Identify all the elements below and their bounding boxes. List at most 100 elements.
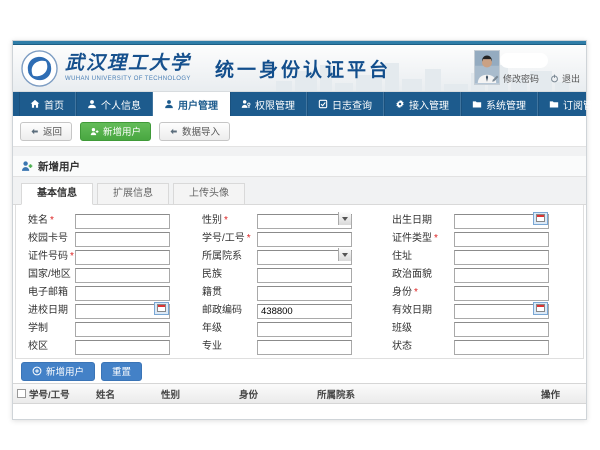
field-label-gender: 性别* (202, 211, 257, 226)
arrow-left-icon (169, 127, 178, 136)
cloud-graphic (500, 53, 548, 68)
student-id-input[interactable] (257, 232, 352, 247)
field-email (75, 283, 170, 298)
nav-tab-user-mgmt[interactable]: 用户管理 (153, 92, 230, 116)
field-label-email: 电子邮箱 (28, 283, 75, 298)
field-ethnicity (257, 265, 352, 280)
user-icon (87, 99, 97, 109)
nav-tab-home[interactable]: 首页 (19, 92, 76, 116)
submit-add-user-button[interactable]: 新增用户 (21, 362, 95, 381)
nav-tab-subscription-mgmt[interactable]: 订阅管理 (538, 92, 600, 116)
nav-tab-system-mgmt[interactable]: 系统管理 (461, 92, 538, 116)
select-all-checkbox[interactable] (17, 389, 26, 398)
university-name-cn: 武汉理工大学 (65, 54, 191, 73)
required-star: * (414, 287, 418, 298)
form-actions: 新增用户 重置 (13, 359, 586, 383)
field-department (257, 247, 352, 262)
email-input[interactable] (75, 286, 170, 301)
nav-tab-permission-mgmt[interactable]: 权限管理 (230, 92, 307, 116)
class-input[interactable] (454, 322, 549, 337)
university-name-block: 武汉理工大学 WUHAN UNIVERSITY OF TECHNOLOGY (65, 54, 191, 82)
field-gender (257, 211, 352, 226)
table-header-cell: 身份 (239, 387, 317, 401)
data-import-button[interactable]: 数据导入 (159, 122, 230, 141)
nav-tab-access-mgmt[interactable]: 接入管理 (384, 92, 461, 116)
change-password-link[interactable]: 修改密码 (491, 72, 539, 85)
nav-tab-profile[interactable]: 个人信息 (76, 92, 153, 116)
form-row: 电子邮箱籍贯身份* (16, 281, 583, 299)
university-name-en: WUHAN UNIVERSITY OF TECHNOLOGY (65, 76, 191, 82)
add-user-toolbar-button[interactable]: 新增用户 (80, 122, 151, 141)
dropdown-arrow-icon[interactable] (338, 248, 351, 261)
form-row: 国家/地区 民族 政治面貌 (16, 263, 583, 281)
tab-extended-info[interactable]: 扩展信息 (97, 183, 169, 204)
field-label-id-number: 证件号码* (28, 247, 75, 262)
id-type-input[interactable] (454, 232, 549, 247)
field-name (75, 211, 170, 226)
field-label-political-status: 政治面貌 (392, 265, 454, 280)
user-plus-icon (90, 127, 99, 136)
calendar-icon[interactable] (533, 302, 548, 315)
results-table-header: 学号/工号姓名性别身份所属院系操作 (13, 383, 586, 404)
nav-tab-log-query[interactable]: 日志查询 (307, 92, 384, 116)
tab-basic-info[interactable]: 基本信息 (21, 183, 93, 205)
back-button[interactable]: 返回 (20, 122, 72, 141)
divider-strip (13, 147, 586, 156)
required-star: * (50, 215, 54, 226)
table-header-cell: 学号/工号 (29, 387, 96, 401)
name-input[interactable] (75, 214, 170, 229)
field-student-id (257, 229, 352, 244)
field-label-student-id: 学号/工号* (202, 229, 257, 244)
form-row: 校园卡号学号/工号*证件类型* (16, 227, 583, 245)
field-identity (454, 283, 549, 298)
dropdown-arrow-icon[interactable] (338, 212, 351, 225)
calendar-icon[interactable] (533, 212, 548, 225)
gear-icon (395, 99, 405, 109)
form-tabstrip: 基本信息扩展信息上传头像 (13, 177, 586, 205)
field-label-country-region: 国家/地区 (28, 265, 75, 280)
logout-link[interactable]: 退出 (550, 72, 580, 85)
field-label-name: 姓名* (28, 211, 75, 226)
section-title-bar: 新增用户 (13, 156, 586, 177)
form-row: 校区专业状态 (16, 335, 583, 353)
campus-card-input[interactable] (75, 232, 170, 247)
main-nav: 首页个人信息用户管理权限管理日志查询接入管理系统管理订阅管理 (13, 92, 586, 116)
platform-title: 统一身份认证平台 (215, 55, 391, 82)
field-label-grade: 年级 (202, 319, 257, 334)
field-political-status (454, 265, 549, 280)
field-label-identity: 身份* (392, 283, 454, 298)
identity-input[interactable] (454, 286, 549, 301)
postal-code-input[interactable] (257, 304, 352, 319)
app-header: 武汉理工大学 WUHAN UNIVERSITY OF TECHNOLOGY 统一… (13, 45, 586, 92)
reset-button[interactable]: 重置 (101, 362, 142, 381)
country-region-input[interactable] (75, 268, 170, 283)
political-status-input[interactable] (454, 268, 549, 283)
header-links: 修改密码 退出 (491, 72, 580, 85)
native-place-input[interactable] (257, 286, 352, 301)
ethnicity-input[interactable] (257, 268, 352, 283)
field-label-status: 状态 (392, 337, 454, 352)
arrow-left-icon (30, 127, 39, 136)
address-input[interactable] (454, 250, 549, 265)
calendar-icon[interactable] (154, 302, 169, 315)
grade-input[interactable] (257, 322, 352, 337)
form-row: 姓名*性别*出生日期 (16, 209, 583, 227)
field-birth-date (454, 211, 549, 226)
checkbox-cell (13, 389, 29, 398)
basic-info-panel: 姓名*性别*出生日期校园卡号学号/工号*证件类型*证件号码*所属院系住址国家/地… (15, 205, 584, 359)
id-number-input[interactable] (75, 250, 170, 265)
campus-input[interactable] (75, 340, 170, 355)
status-input[interactable] (454, 340, 549, 355)
field-entry-date (75, 301, 170, 316)
major-input[interactable] (257, 340, 352, 355)
schooling-length-input[interactable] (75, 322, 170, 337)
field-label-postal-code: 邮政编码 (202, 301, 257, 316)
form-row: 学制年级班级 (16, 317, 583, 335)
field-label-address: 住址 (392, 247, 454, 262)
field-label-id-type: 证件类型* (392, 229, 454, 244)
user-icon (164, 99, 174, 109)
app-window: 武汉理工大学 WUHAN UNIVERSITY OF TECHNOLOGY 统一… (12, 40, 587, 420)
tab-upload-avatar[interactable]: 上传头像 (173, 183, 245, 204)
field-label-ethnicity: 民族 (202, 265, 257, 280)
pencil-icon (491, 74, 500, 83)
